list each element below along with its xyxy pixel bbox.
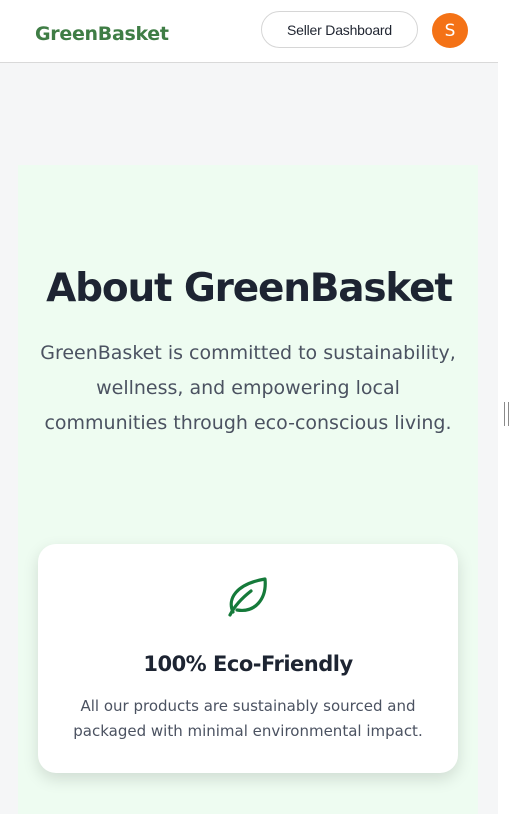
feature-card-description: All our products are sustainably sourced… [73, 697, 423, 740]
leaf-icon [224, 574, 270, 620]
about-title: About GreenBasket [46, 266, 453, 311]
seller-dashboard-button[interactable]: Seller Dashboard [261, 11, 418, 48]
top-navbar: GreenBasket Seller Dashboard S [0, 0, 498, 63]
about-description: GreenBasket is committed to sustainabili… [40, 342, 456, 434]
page: GreenBasket Seller Dashboard S About Gre… [0, 0, 498, 814]
resize-handle[interactable] [504, 402, 509, 426]
feature-card-eco-friendly: 100% Eco-Friendly All our products are s… [38, 544, 458, 773]
feature-card-title: 100% Eco-Friendly [143, 652, 353, 676]
user-avatar[interactable]: S [432, 13, 468, 48]
brand-logo[interactable]: GreenBasket [35, 23, 169, 45]
